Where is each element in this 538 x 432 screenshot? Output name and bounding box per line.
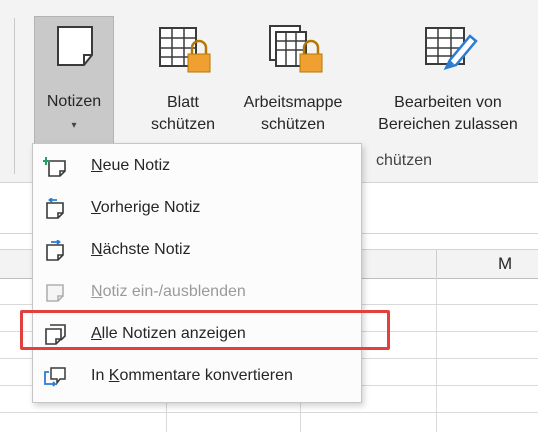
notes-dropdown-menu: Neue Notiz Vorherige Notiz Nächste Notiz xyxy=(32,143,362,403)
notes-button[interactable]: Notizen ▾ xyxy=(34,16,114,152)
allow-edit-ranges-button[interactable]: Bearbeiten von Bereichen zulassen xyxy=(364,16,532,146)
allow-edit-ranges-label-1: Bearbeiten von xyxy=(394,94,502,111)
menu-item-new-note[interactable]: Neue Notiz xyxy=(33,148,361,186)
menu-item-previous-note[interactable]: Vorherige Notiz xyxy=(33,190,361,228)
highlight-frame xyxy=(20,310,390,350)
new-note-icon xyxy=(42,156,67,178)
grid-line xyxy=(0,412,538,413)
column-header-m[interactable]: M xyxy=(498,254,512,274)
protect-workbook-label-1: Arbeitsmappe xyxy=(243,94,343,111)
menu-item-next-note[interactable]: Nächste Notiz xyxy=(33,232,361,270)
column-separator xyxy=(436,250,437,278)
allow-edit-ranges-label-2: Bereichen zulassen xyxy=(378,116,518,133)
menu-item-convert-comments[interactable]: In Kommentare konvertieren xyxy=(33,358,361,396)
protect-sheet-label-2: schützen xyxy=(150,116,216,133)
menu-item-toggle-note: Notiz ein-/ausblenden xyxy=(33,274,361,312)
edit-ranges-icon xyxy=(422,24,480,85)
next-note-icon xyxy=(43,239,67,262)
chevron-down-icon: ▾ xyxy=(71,120,77,131)
protect-workbook-label-2: schützen xyxy=(260,116,326,133)
convert-comments-icon xyxy=(43,366,67,388)
protect-sheet-label-1: Blatt xyxy=(166,94,199,111)
protect-workbook-icon xyxy=(266,24,324,85)
toggle-note-icon xyxy=(43,282,67,304)
protect-sheet-button[interactable]: Blatt schützen xyxy=(128,16,238,146)
note-icon xyxy=(56,25,94,74)
ribbon-separator xyxy=(14,18,15,174)
protect-workbook-button[interactable]: Arbeitsmappe schützen xyxy=(228,16,358,146)
previous-note-icon xyxy=(43,197,67,220)
notes-button-label: Notizen xyxy=(46,93,102,110)
ribbon-group-label: chützen xyxy=(376,152,433,169)
grid-line xyxy=(436,277,437,432)
protect-sheet-icon xyxy=(154,24,212,85)
